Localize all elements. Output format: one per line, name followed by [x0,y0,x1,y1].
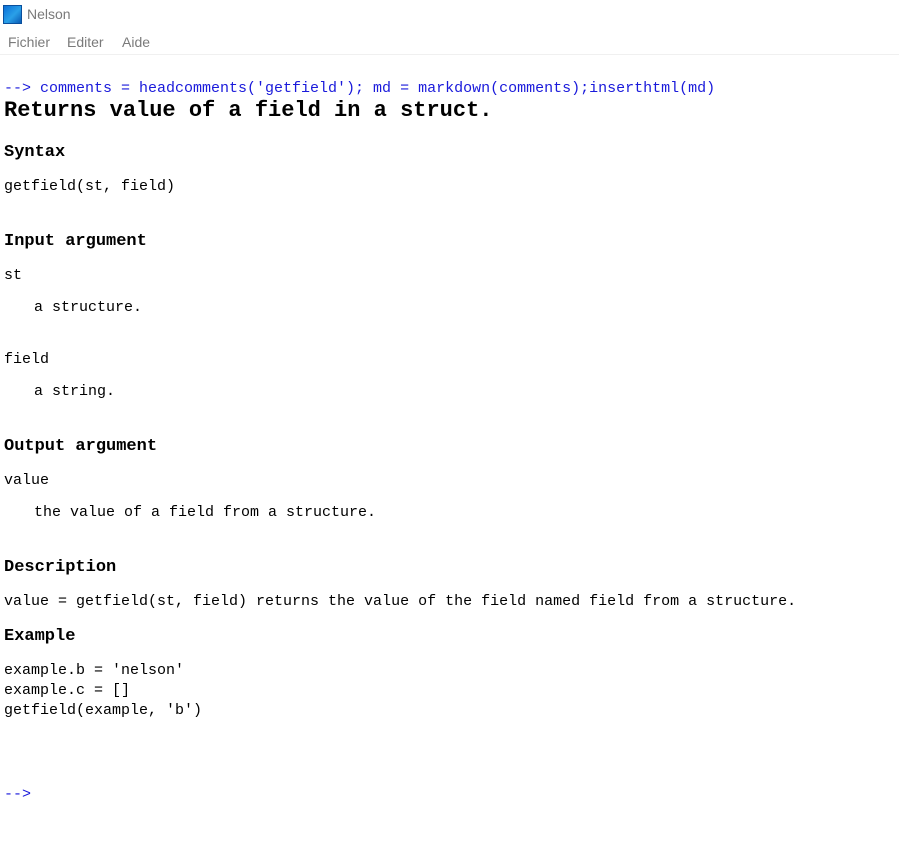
console-prompt[interactable]: --> [4,786,31,803]
title-bar: Nelson [0,0,899,30]
syntax-heading: Syntax [4,143,66,162]
example-line: example.b = 'nelson' [4,662,185,679]
menu-aide[interactable]: Aide [122,34,150,50]
example-line: getfield(example, 'b') [4,702,203,719]
doc-title: Returns value of a field in a struct. [4,98,493,123]
menu-bar: Fichier Editer Aide [0,30,899,55]
output-name: value [4,472,50,489]
input-name: field [4,351,50,368]
description-heading: Description [4,558,117,577]
output-desc: the value of a field from a structure. [34,504,377,521]
example-heading: Example [4,627,76,646]
input-heading: Input argument [4,232,147,251]
input-desc: a structure. [34,299,143,316]
input-desc: a string. [34,383,116,400]
nelson-app-icon [3,5,22,24]
example-line: example.c = [] [4,682,131,699]
syntax-text: getfield(st, field) [4,178,176,195]
output-heading: Output argument [4,437,158,456]
console-output[interactable]: --> comments = headcomments('getfield');… [0,55,899,844]
window-title: Nelson [27,6,71,22]
description-text: value = getfield(st, field) returns the … [4,593,797,610]
menu-editer[interactable]: Editer [67,34,104,50]
console-command: --> comments = headcomments('getfield');… [4,80,716,97]
input-name: st [4,267,23,284]
menu-fichier[interactable]: Fichier [8,34,50,50]
